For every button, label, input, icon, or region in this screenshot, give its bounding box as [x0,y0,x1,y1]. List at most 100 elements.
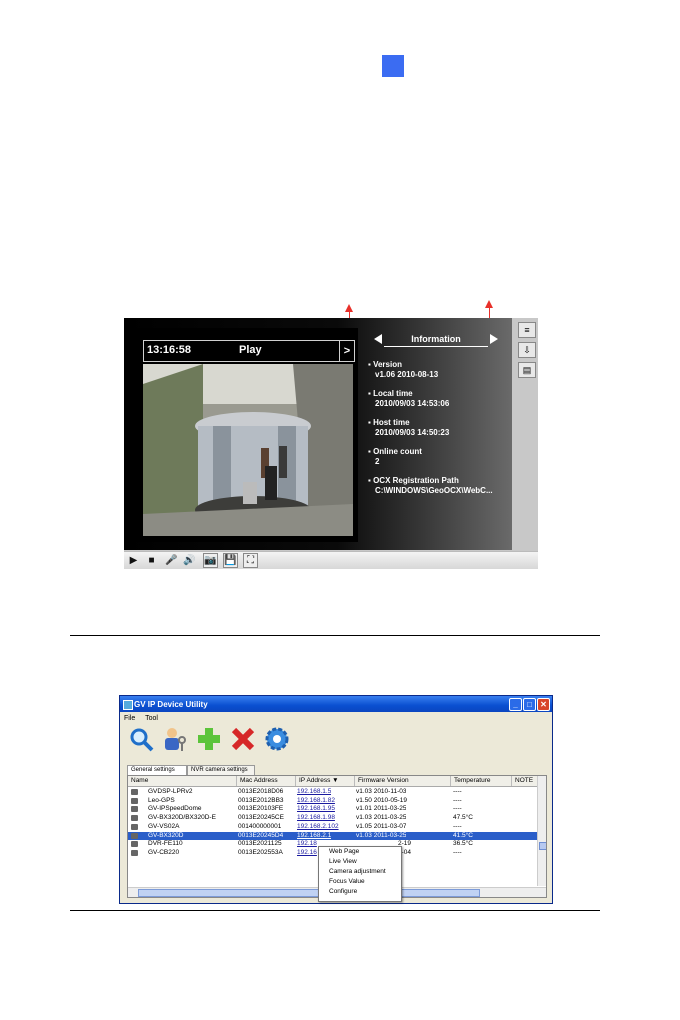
context-menu: Web Page Live View Camera adjustment Foc… [318,846,402,902]
scroll-thumb[interactable] [138,889,480,897]
cell-mac: 001400000001 [238,822,282,830]
device-icon [131,849,138,856]
column-temperature[interactable]: Temperature [451,776,512,786]
delete-icon[interactable] [230,726,256,752]
cell-mac: 0013E20103FE [238,805,284,813]
cell-ip[interactable]: 192.168.2.102 [297,823,339,832]
gear-icon[interactable] [264,726,290,752]
menu-item-configure[interactable]: Configure [319,887,401,897]
search-icon[interactable] [128,726,154,752]
menu-file[interactable]: File [124,715,135,722]
next-arrow-button[interactable]: > [339,341,354,361]
cell-ip[interactable]: 192.168.2.1 [297,832,331,841]
divider [70,635,600,636]
vertical-scrollbar[interactable] [537,776,546,886]
column-name[interactable]: Name [128,776,237,786]
playback-time: 13:16:58 [147,344,192,356]
info-item-online-count: Online count 2 [368,447,514,467]
close-icon[interactable]: ✕ [537,698,550,711]
scroll-thumb[interactable] [539,842,546,850]
cell-mac: 0013E20245D4 [238,831,284,839]
column-note[interactable]: NOTE [512,776,538,786]
table-row[interactable]: GV-IPSpeedDome 0013E20103FE 192.168.1.95… [128,805,538,814]
table-row[interactable]: Leo-GPS 0013E2012BB3 192.168.1.82 v1.50 … [128,797,538,806]
table-row[interactable]: GVDSP-LPRv2 0013E2018D06 192.168.1.5 v1.… [128,788,538,797]
cell-temperature: 36.5°C [453,840,473,848]
divider [70,910,600,911]
menu-tool[interactable]: Tool [145,715,158,722]
list-icon[interactable]: ≡ [518,322,536,338]
cell-ip[interactable]: 192.168.1.82 [297,797,335,806]
info-list: Version v1.06 2010-08-13 Local time 2010… [368,360,514,505]
cell-name: GVDSP-LPRv2 [148,788,193,795]
cell-name: GV-BX320D [148,831,184,839]
playback-mode[interactable]: Play [239,344,262,356]
device-icon [131,797,138,804]
table-row[interactable]: GV-BX320D/BX320D-E 0013E20245CE 192.168.… [128,814,538,823]
column-ip[interactable]: IP Address ▼ [296,776,355,786]
info-key: Local time [368,389,514,399]
cell-name: Leo-GPS [148,796,175,804]
info-key: Version [368,360,514,370]
menu-item-live-view[interactable]: Live View [319,857,401,867]
cell-ip[interactable]: 192.168.1.5 [297,788,331,797]
next-page-icon[interactable] [490,334,498,344]
menu-item-web-page[interactable]: Web Page [319,847,401,857]
info-value: C:\WINDOWS\GeoOCX\WebC... [375,486,493,495]
cell-name: GV-VS02A [148,822,180,830]
speaker-icon[interactable]: 🔊 [182,553,197,568]
menu-item-camera-adjustment[interactable]: Camera adjustment [319,867,401,877]
table-row[interactable]: GV-VS02A 001400000001 192.168.2.102 v1.0… [128,823,538,832]
cell-mac: 0013E2012BB3 [238,796,284,804]
cell-ip[interactable]: 192.18 [297,840,317,849]
info-item-host-time: Host time 2010/09/03 14:50:23 [368,418,514,438]
info-value: 2010/09/03 14:50:23 [375,428,450,437]
cell-temperature: ---- [453,822,462,830]
info-key: OCX Registration Path [368,476,514,486]
cell-mac: 0013E202553A [238,848,283,856]
cell-temperature: ---- [453,788,462,795]
column-mac[interactable]: Mac Address [237,776,296,786]
chapter-marker [382,55,404,77]
info-value: 2 [375,457,380,466]
table-row-selected[interactable]: GV-BX320D 0013E20245D4 192.168.2.1 v1.03… [128,831,538,841]
window-title: GV IP Device Utility [134,700,208,709]
cell-firmware: v1.50 2010-05-19 [356,796,407,804]
tab-nvr-camera-settings[interactable]: NVR camera settings [187,765,255,775]
save-icon[interactable]: 💾 [223,553,238,568]
microphone-icon[interactable]: 🎤 [164,553,179,568]
cell-firmware: v1.05 2011-03-07 [356,822,407,830]
cell-ip[interactable]: 192.168.1.95 [297,805,335,814]
info-value: v1.06 2010-08-13 [375,370,439,379]
side-toolbar: ≡ ⇩ ▤ [518,322,536,382]
user-key-icon[interactable] [162,726,188,752]
cell-firmware: v1.03 2011-03-25 [356,831,407,839]
control-bar: ▶ ■ 🎤 🔊 📷 💾 ⛶ [124,551,538,569]
cell-name: DVR-FE110 [148,840,183,848]
device-icon [131,823,138,830]
menu-item-focus-value[interactable]: Focus Value [319,877,401,887]
settings-panel-icon[interactable]: ▤ [518,362,536,378]
play-icon[interactable]: ▶ [126,553,141,568]
info-value: 2010/09/03 14:53:06 [375,399,450,408]
cell-firmware: v1.03 2010-11-03 [356,788,407,795]
cell-temperature: 47.5°C [453,814,473,822]
cell-ip[interactable]: 192.16 [297,849,317,858]
snapshot-icon[interactable]: 📷 [203,553,218,568]
minimize-icon[interactable]: _ [509,698,522,711]
cell-ip[interactable]: 192.168.1.98 [297,814,335,823]
column-firmware[interactable]: Firmware Version [355,776,451,786]
maximize-icon[interactable]: □ [523,698,536,711]
fullscreen-icon[interactable]: ⛶ [243,553,258,568]
tab-general-settings[interactable]: General settings [127,765,187,775]
info-key: Host time [368,418,514,428]
download-icon[interactable]: ⇩ [518,342,536,358]
add-icon[interactable] [196,726,222,752]
cell-temperature: ---- [453,805,462,813]
stop-icon[interactable]: ■ [144,553,159,568]
cell-temperature: ---- [453,796,462,804]
device-icon [131,841,138,848]
info-title: Information [411,334,461,344]
device-icon [131,789,138,795]
table-header: Name Mac Address IP Address ▼ Firmware V… [128,776,538,787]
